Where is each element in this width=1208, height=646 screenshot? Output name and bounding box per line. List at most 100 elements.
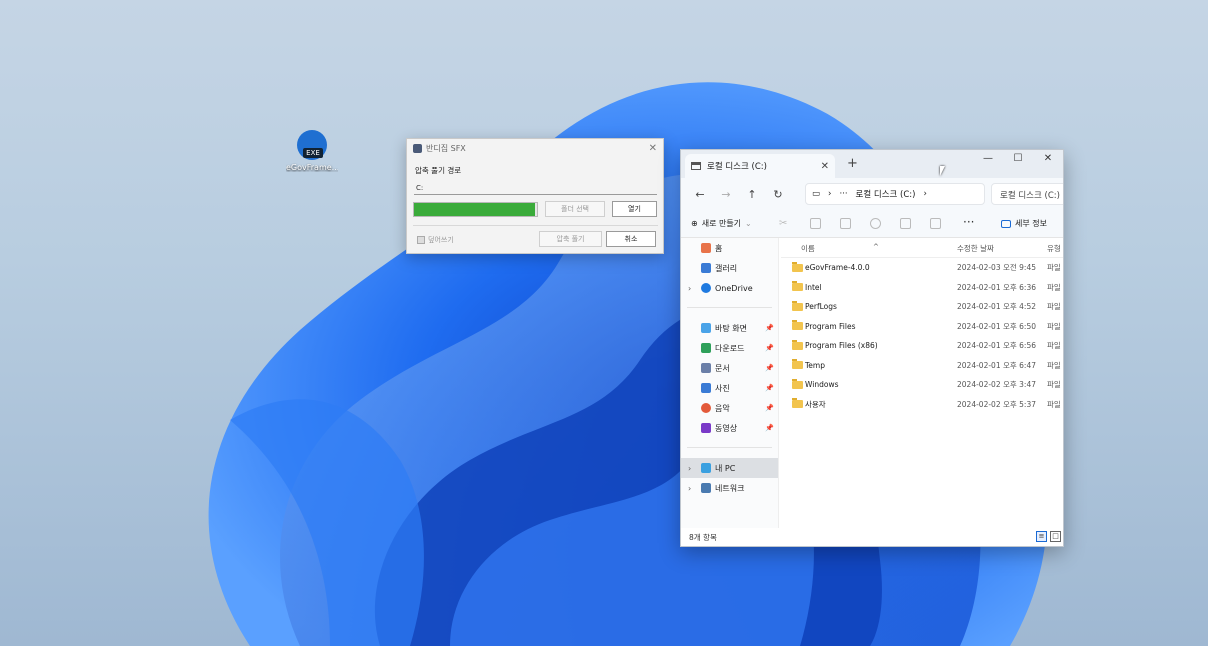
copy-icon[interactable] bbox=[810, 218, 821, 229]
pin-icon[interactable]: 📌 bbox=[765, 424, 774, 432]
file-rows: eGovFrame-4.0.0 2024-02-03 오전 9:45 파일 Intel… bbox=[781, 258, 1063, 415]
new-tab-button[interactable]: + bbox=[847, 156, 858, 171]
close-button[interactable]: ✕ bbox=[1033, 150, 1063, 170]
divider bbox=[687, 438, 772, 448]
sfx-titlebar: 반디집 SFX ✕ bbox=[407, 139, 663, 157]
file-type: 파일 bbox=[1047, 263, 1061, 273]
details-view-icon[interactable]: ≡ bbox=[1036, 531, 1047, 542]
new-button[interactable]: ⊕ 새로 만들기 ⌄ bbox=[691, 218, 752, 229]
table-row[interactable]: Windows 2024-02-02 오후 3:47 파일 bbox=[781, 375, 1063, 395]
column-modified[interactable]: 수정한 날짜 bbox=[957, 243, 994, 254]
table-row[interactable]: Program Files 2024-02-01 오후 6:50 파일 bbox=[781, 317, 1063, 337]
breadcrumb-more[interactable]: ··· bbox=[839, 189, 847, 199]
sidebar-item-desktop[interactable]: 바탕 화면 📌 bbox=[681, 318, 778, 338]
file-list: 이름 ^ 수정한 날짜 유형 eGovFrame-4.0.0 2024-02-03… bbox=[781, 238, 1063, 530]
pin-icon[interactable]: 📌 bbox=[765, 344, 774, 352]
tiles-view-icon[interactable]: □ bbox=[1050, 531, 1061, 542]
breadcrumb-current[interactable]: 로컬 디스크 (C:) bbox=[856, 188, 916, 200]
breadcrumb[interactable]: ▭ › ··· 로컬 디스크 (C:) › bbox=[805, 183, 985, 205]
pin-icon[interactable]: 📌 bbox=[765, 384, 774, 392]
table-row[interactable]: Temp 2024-02-01 오후 6:47 파일 bbox=[781, 356, 1063, 376]
download-icon bbox=[701, 343, 711, 353]
sidebar-item-onedrive[interactable]: › OneDrive bbox=[681, 278, 778, 298]
tab-local-disk[interactable]: 로컬 디스크 (C:) ✕ bbox=[685, 154, 835, 178]
table-row[interactable]: Program Files (x86) 2024-02-01 오후 6:56 파일 bbox=[781, 336, 1063, 356]
gallery-icon bbox=[701, 263, 711, 273]
chevron-right-icon[interactable]: › bbox=[688, 484, 691, 493]
cancel-button[interactable]: 취소 bbox=[606, 231, 656, 247]
navigation-pane: 홈 갤러리 › OneDrive 바탕 화면 📌 다운로드 📌 문서 📌 사진 📌 음악 📌… bbox=[681, 238, 779, 530]
column-name[interactable]: 이름 bbox=[801, 243, 815, 254]
table-row[interactable]: 사용자 2024-02-02 오후 5:37 파일 bbox=[781, 395, 1063, 415]
extract-path-input[interactable]: C: bbox=[414, 181, 657, 195]
sfx-dialog: 반디집 SFX ✕ 압축 풀기 경로 C: 폴더 선택 열기 덮어쓰기 압축 풀… bbox=[406, 138, 664, 254]
progress-fill bbox=[414, 203, 535, 216]
minimize-button[interactable]: — bbox=[973, 150, 1003, 170]
close-icon[interactable]: ✕ bbox=[649, 143, 657, 154]
extract-progress-bar bbox=[413, 202, 538, 217]
cloud-icon bbox=[701, 283, 711, 293]
folder-select-button[interactable]: 폴더 선택 bbox=[545, 201, 605, 217]
extract-button[interactable]: 압축 풀기 bbox=[539, 231, 602, 247]
details-pane-button[interactable]: 세부 정보 bbox=[1001, 218, 1047, 229]
desktop-icon-egovframe[interactable]: EXE eGovFrame... bbox=[286, 130, 338, 172]
file-date: 2024-02-01 오후 4:52 bbox=[957, 302, 1036, 312]
file-name: Intel bbox=[805, 282, 822, 292]
sidebar-item-home[interactable]: 홈 bbox=[681, 238, 778, 258]
cut-icon[interactable]: ✂ bbox=[779, 218, 790, 229]
open-button[interactable]: 열기 bbox=[612, 201, 657, 217]
command-bar: ⊕ 새로 만들기 ⌄ ✂ ··· 세부 정보 bbox=[681, 210, 1063, 238]
back-arrow-icon[interactable]: ← bbox=[687, 188, 713, 201]
share-icon[interactable] bbox=[900, 218, 911, 229]
file-type: 파일 bbox=[1047, 380, 1061, 390]
document-icon bbox=[701, 363, 711, 373]
forward-arrow-icon[interactable]: → bbox=[713, 188, 739, 201]
sidebar-item-network[interactable]: › 네트워크 bbox=[681, 478, 778, 498]
delete-icon[interactable] bbox=[930, 218, 941, 229]
mouse-cursor-icon bbox=[940, 166, 945, 176]
chevron-right-icon[interactable]: › bbox=[688, 284, 691, 293]
chevron-right-icon: › bbox=[923, 189, 927, 199]
close-tab-icon[interactable]: ✕ bbox=[821, 161, 829, 172]
folder-icon bbox=[792, 359, 803, 370]
file-type: 파일 bbox=[1047, 302, 1061, 312]
sidebar-item-videos[interactable]: 동영상 📌 bbox=[681, 418, 778, 438]
drive-icon bbox=[691, 162, 701, 170]
sidebar-item-this-pc[interactable]: › 내 PC bbox=[681, 458, 778, 478]
more-options-icon[interactable]: ··· bbox=[963, 215, 974, 229]
new-label: 새로 만들기 bbox=[701, 219, 742, 228]
rename-icon[interactable] bbox=[870, 218, 881, 229]
pin-icon[interactable]: 📌 bbox=[765, 324, 774, 332]
sfx-title: 반디집 SFX bbox=[426, 143, 466, 153]
paste-icon[interactable] bbox=[840, 218, 851, 229]
search-input[interactable]: 로컬 디스크 (C:) 검색 bbox=[991, 183, 1063, 205]
pin-icon[interactable]: 📌 bbox=[765, 364, 774, 372]
up-arrow-icon[interactable]: ↑ bbox=[739, 188, 765, 201]
desktop-icon-label: eGovFrame... bbox=[286, 163, 338, 172]
file-type: 파일 bbox=[1047, 321, 1061, 331]
table-row[interactable]: Intel 2024-02-01 오후 6:36 파일 bbox=[781, 278, 1063, 298]
refresh-icon[interactable]: ↻ bbox=[765, 188, 791, 201]
file-name: 사용자 bbox=[805, 399, 826, 409]
sidebar-item-pictures[interactable]: 사진 📌 bbox=[681, 378, 778, 398]
column-type[interactable]: 유형 bbox=[1047, 243, 1061, 254]
table-row[interactable]: PerfLogs 2024-02-01 오후 4:52 파일 bbox=[781, 297, 1063, 317]
window-controls: — ☐ ✕ bbox=[973, 150, 1063, 170]
chevron-right-icon: › bbox=[828, 189, 832, 199]
desktop-icon bbox=[701, 323, 711, 333]
sidebar-item-gallery[interactable]: 갤러리 bbox=[681, 258, 778, 278]
overwrite-label: 덮어쓰기 bbox=[428, 236, 454, 244]
maximize-button[interactable]: ☐ bbox=[1003, 150, 1033, 170]
sort-up-icon: ^ bbox=[873, 243, 879, 251]
chevron-right-icon[interactable]: › bbox=[688, 464, 691, 473]
file-date: 2024-02-01 오후 6:56 bbox=[957, 341, 1036, 351]
bandizip-icon bbox=[413, 143, 422, 153]
table-row[interactable]: eGovFrame-4.0.0 2024-02-03 오전 9:45 파일 bbox=[781, 258, 1063, 278]
folder-icon bbox=[792, 398, 803, 409]
overwrite-checkbox[interactable]: 덮어쓰기 bbox=[417, 235, 454, 245]
pin-icon[interactable]: 📌 bbox=[765, 404, 774, 412]
sidebar-item-music[interactable]: 음악 📌 bbox=[681, 398, 778, 418]
sidebar-item-documents[interactable]: 문서 📌 bbox=[681, 358, 778, 378]
music-icon bbox=[701, 403, 711, 413]
sidebar-item-downloads[interactable]: 다운로드 📌 bbox=[681, 338, 778, 358]
